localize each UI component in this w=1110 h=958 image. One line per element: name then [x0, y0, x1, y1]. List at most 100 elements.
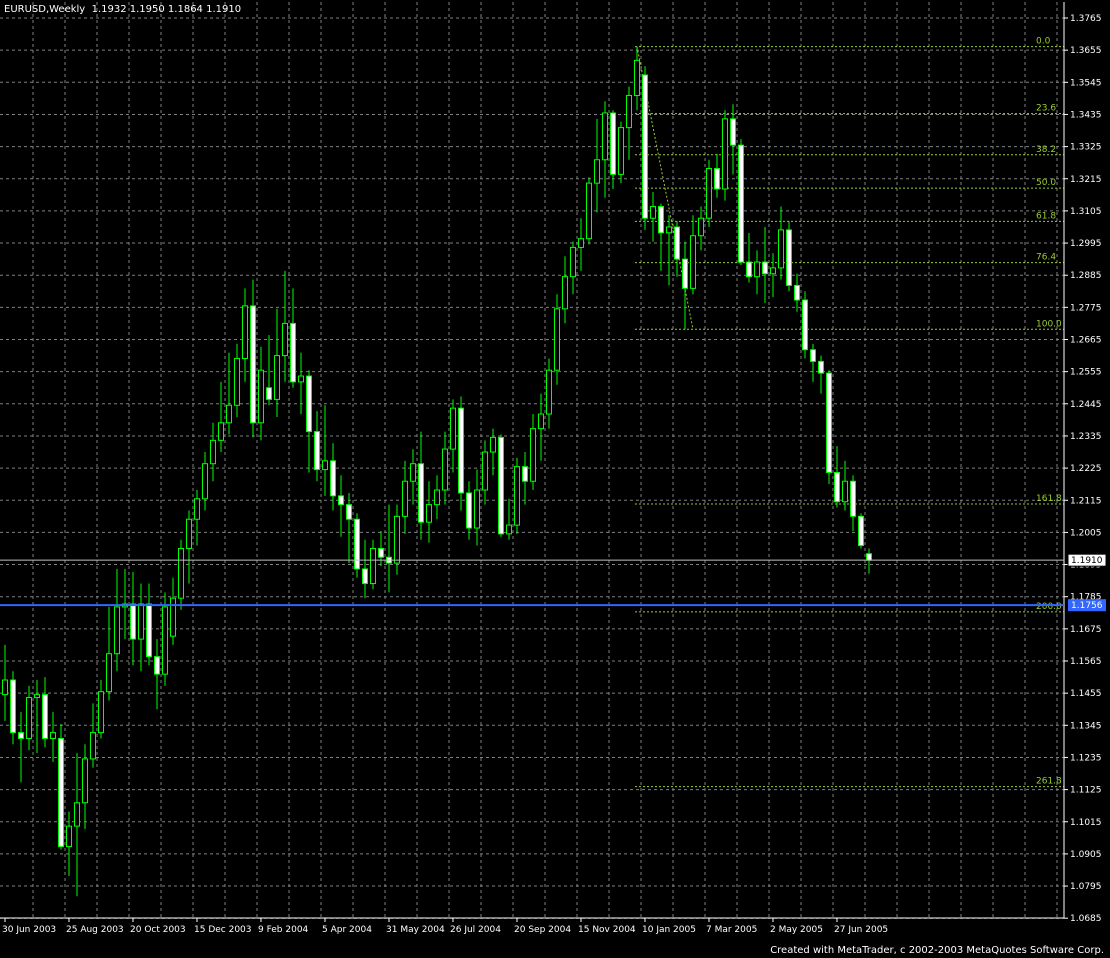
y-tick-label: 1.3435: [1070, 110, 1102, 120]
current-price-label: 1.1910: [1071, 556, 1103, 566]
candle-body-down: [826, 372, 832, 473]
candle-body-up: [242, 305, 248, 359]
candle-body-up: [218, 422, 224, 441]
fib-level-label: 38.2: [1036, 145, 1056, 155]
x-tick-label: 2 May 2005: [770, 925, 823, 935]
x-tick-label: 31 May 2004: [386, 925, 445, 935]
candle-body-up: [578, 238, 584, 248]
candle-body-down: [458, 407, 464, 494]
y-tick-label: 1.2885: [1070, 271, 1102, 281]
candle-body-down: [810, 349, 816, 362]
candle-body-up: [570, 246, 576, 278]
y-tick-label: 1.3215: [1070, 175, 1102, 185]
candle-body-up: [26, 697, 32, 739]
y-tick-label: 1.2995: [1070, 239, 1102, 249]
x-tick-label: 15 Dec 2003: [194, 925, 252, 935]
candle-body-up: [74, 802, 80, 827]
candle[interactable]: [738, 139, 744, 265]
y-tick-label: 1.0685: [1070, 914, 1102, 924]
candle-body-up: [34, 694, 40, 699]
candle-body-up: [234, 357, 240, 406]
candle-body-up: [634, 59, 640, 96]
y-tick-label: 1.1125: [1070, 786, 1102, 796]
candle-body-down: [42, 694, 48, 739]
candle-body-up: [66, 825, 72, 848]
candle-body-down: [794, 284, 800, 301]
y-tick-label: 1.3765: [1070, 14, 1102, 24]
candle-body-down: [834, 471, 840, 503]
candle[interactable]: [802, 291, 808, 359]
x-tick-label: 9 Feb 2004: [258, 925, 309, 935]
y-tick-label: 1.3105: [1070, 207, 1102, 217]
y-tick-label: 1.2115: [1070, 496, 1102, 506]
candle-body-up: [506, 524, 512, 535]
candle[interactable]: [458, 396, 464, 511]
candle-body-down: [682, 258, 688, 289]
candle[interactable]: [618, 121, 624, 184]
candle-body-down: [714, 168, 720, 190]
candle-body-up: [170, 597, 176, 637]
candle-body-down: [730, 118, 736, 146]
candle-body-up: [90, 732, 96, 760]
candle-body-up: [394, 515, 400, 564]
x-tick-label: 5 Apr 2004: [322, 925, 372, 935]
candle-body-down: [762, 261, 768, 275]
footer-credit: Created with MetaTrader, c 2002-2003 Met…: [770, 945, 1104, 956]
candle-body-up: [586, 182, 592, 240]
x-tick-label: 20 Oct 2003: [130, 925, 186, 935]
fib-level-label: 100.0: [1036, 319, 1062, 329]
candle[interactable]: [498, 434, 504, 537]
fib-level-label: 261.8: [1036, 777, 1062, 787]
candle-body-down: [466, 492, 472, 529]
y-tick-label: 1.2665: [1070, 336, 1102, 346]
candle-body-up: [114, 606, 120, 655]
fib-level-label: 23.6: [1036, 104, 1056, 114]
y-tick-label: 1.2445: [1070, 400, 1102, 410]
candle[interactable]: [58, 723, 64, 850]
candle[interactable]: [354, 513, 360, 578]
candle-body-up: [210, 439, 216, 465]
x-tick-label: 20 Sep 2004: [514, 925, 571, 935]
candle-body-up: [98, 691, 104, 734]
candle-body-down: [362, 568, 368, 585]
candle-body-down: [154, 656, 160, 675]
x-tick-label: 30 Jun 2003: [2, 925, 56, 935]
plot-area[interactable]: [0, 0, 1110, 958]
candle-body-down: [522, 466, 528, 482]
candle-body-up: [186, 518, 192, 549]
candle[interactable]: [826, 370, 832, 485]
candle[interactable]: [706, 159, 712, 227]
candle-body-up: [138, 603, 144, 640]
y-tick-label: 1.2555: [1070, 368, 1102, 378]
candle-body-down: [330, 460, 336, 497]
fib-level-label: 50.0: [1036, 178, 1056, 188]
candle[interactable]: [858, 513, 864, 549]
y-tick-label: 1.2775: [1070, 303, 1102, 313]
candle-body-down: [306, 375, 312, 433]
candle-body-down: [866, 553, 872, 561]
candle-body-up: [298, 375, 304, 383]
candle-body-down: [354, 518, 360, 570]
candle[interactable]: [786, 221, 792, 292]
candle[interactable]: [642, 66, 648, 230]
candle[interactable]: [722, 110, 728, 201]
candle-body-up: [618, 127, 624, 175]
candlestick-chart[interactable]: 0.0 23.6 38.2 50.0 61.8 76.4 100.0 161.8 200.0 26…: [0, 0, 1110, 958]
candle-body-up: [450, 407, 456, 450]
candle-body-up: [106, 653, 112, 693]
candle-body-up: [2, 679, 8, 696]
candle[interactable]: [514, 457, 520, 534]
horizontal-line-label: 1.1756: [1071, 601, 1103, 611]
y-tick-label: 1.1565: [1070, 657, 1102, 667]
candle-body-down: [498, 436, 504, 535]
symbol-label: EURUSD,Weekly: [4, 4, 86, 15]
candle-body-up: [778, 229, 784, 269]
candle-body-down: [858, 515, 864, 547]
candle-body-down: [642, 74, 648, 219]
fib-level-label: 61.8: [1036, 211, 1056, 221]
fib-level-label: 76.4: [1036, 253, 1056, 263]
candle-body-up: [698, 217, 704, 237]
candle[interactable]: [586, 177, 592, 245]
candle-body-up: [426, 504, 432, 523]
candle-body-up: [594, 159, 600, 184]
